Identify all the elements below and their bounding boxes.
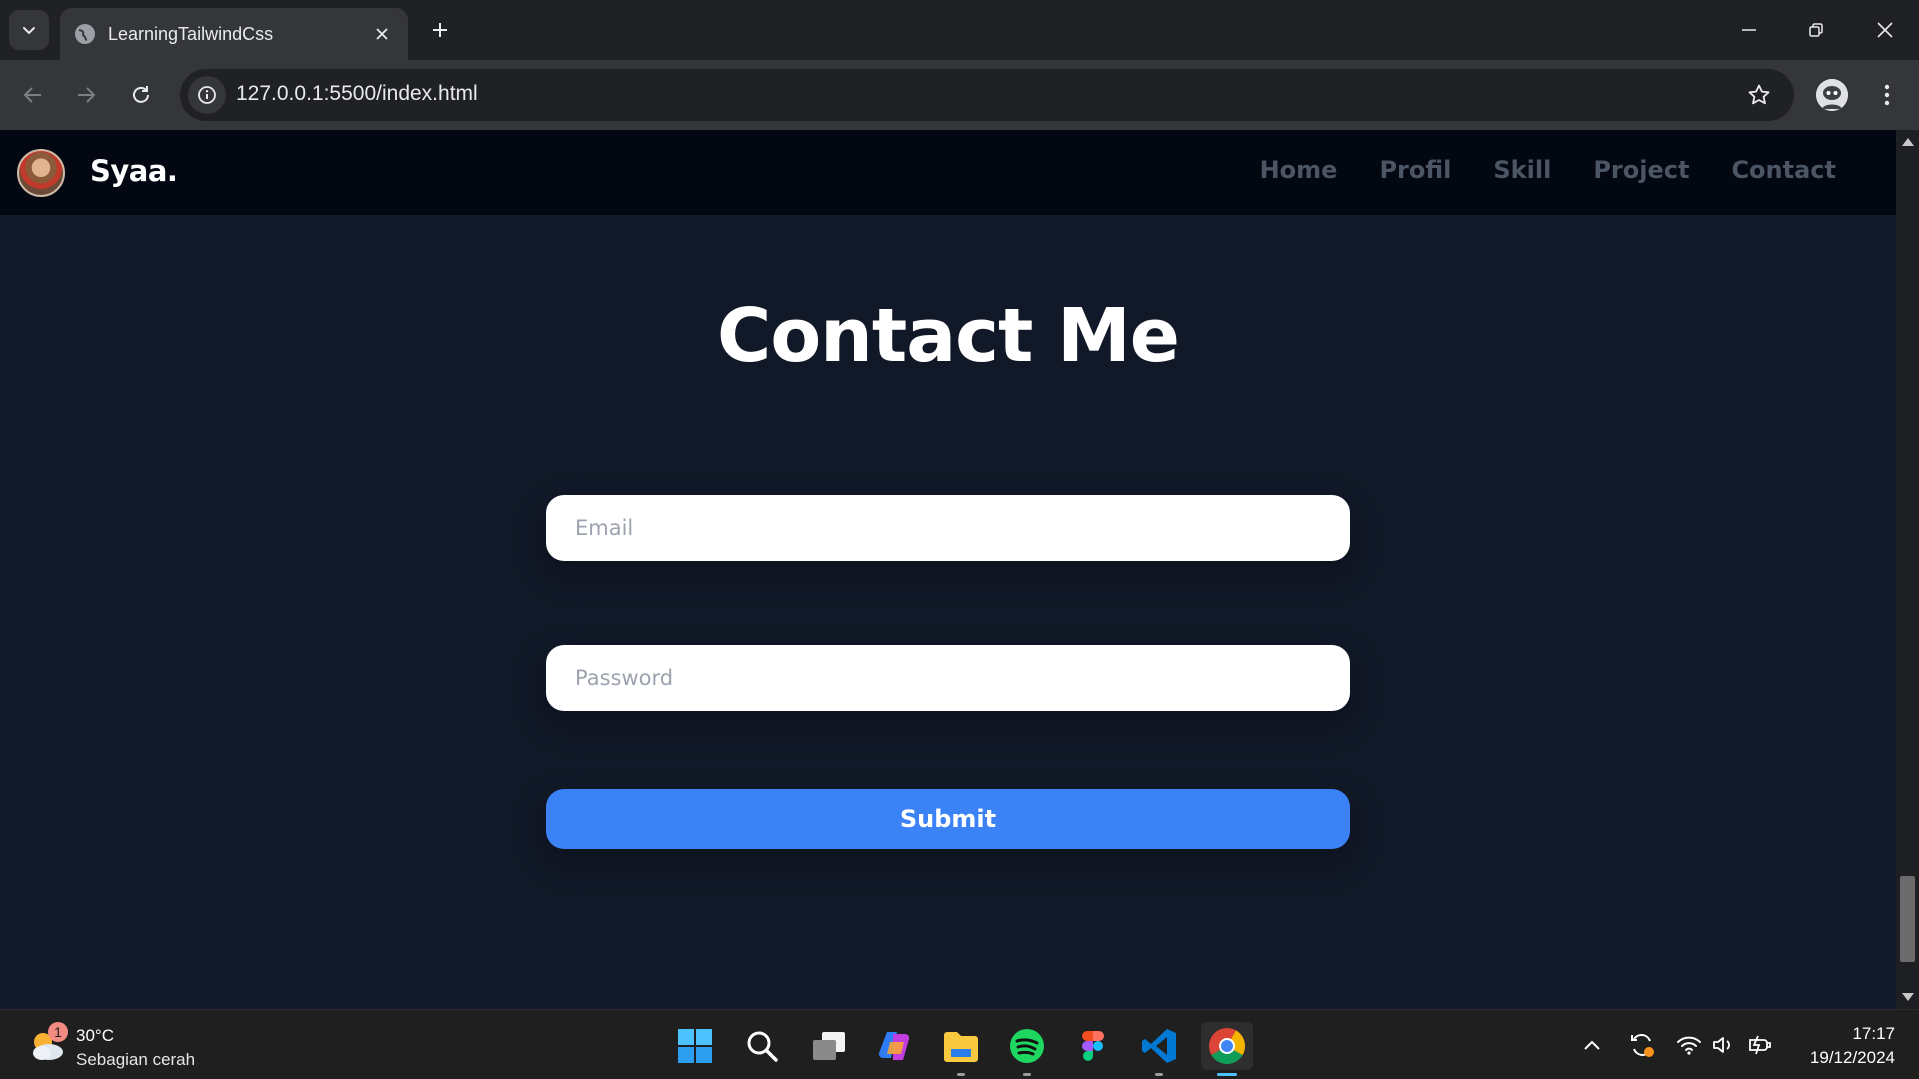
forward-button[interactable] <box>66 75 106 115</box>
address-bar[interactable]: 127.0.0.1:5500/index.html <box>180 69 1794 121</box>
arrow-right-icon <box>78 87 96 103</box>
scrollbar-thumb[interactable] <box>1900 876 1915 962</box>
more-vertical-icon <box>1884 84 1890 106</box>
weather-condition: Sebagian cerah <box>76 1050 196 1069</box>
nav-link-skill[interactable]: Skill <box>1493 156 1551 184</box>
sync-icon <box>1631 1034 1654 1057</box>
running-indicator <box>1023 1073 1031 1076</box>
running-indicator <box>1155 1073 1163 1076</box>
plus-icon <box>433 23 447 37</box>
weather-widget[interactable]: 1 30°C Sebagian cerah <box>28 1022 248 1070</box>
email-field[interactable] <box>546 495 1350 561</box>
star-icon <box>1748 84 1770 105</box>
arrow-left-icon <box>23 87 41 103</box>
start-button[interactable] <box>671 1022 719 1070</box>
volume-button[interactable] <box>1708 1030 1738 1060</box>
volume-icon <box>1713 1037 1730 1053</box>
copilot-button[interactable] <box>871 1022 919 1070</box>
file-explorer-button[interactable] <box>937 1022 985 1076</box>
scroll-up-arrow-icon[interactable] <box>1902 138 1914 146</box>
tab-search-button[interactable] <box>9 10 49 50</box>
weather-badge: 1 <box>48 1022 68 1042</box>
start-icon <box>678 1029 712 1063</box>
chrome-icon <box>1209 1028 1245 1064</box>
spotify-button[interactable] <box>1003 1022 1051 1076</box>
page-viewport: Syaa. Home Profil Skill Project Contact … <box>0 130 1896 1009</box>
show-hidden-icons-button[interactable] <box>1577 1030 1607 1060</box>
file-explorer-icon <box>944 1032 978 1062</box>
bookmark-button[interactable] <box>1744 80 1774 110</box>
info-icon <box>198 86 216 104</box>
close-window-button[interactable] <box>1865 10 1905 50</box>
nav-link-project[interactable]: Project <box>1593 156 1689 184</box>
url-host: 127.0.0.1 <box>236 82 324 105</box>
new-tab-button[interactable] <box>424 14 456 46</box>
reload-icon <box>133 86 149 103</box>
system-clock[interactable]: 17:17 19/12/2024 <box>1810 1022 1895 1070</box>
browser-toolbar: 127.0.0.1:5500/index.html <box>0 60 1919 130</box>
globe-icon <box>75 24 95 44</box>
browser-tab-strip: LearningTailwindCss <box>0 0 1919 60</box>
active-indicator <box>1217 1073 1237 1076</box>
battery-button[interactable] <box>1745 1030 1775 1060</box>
site-info-button[interactable] <box>188 76 226 114</box>
reload-button[interactable] <box>121 75 161 115</box>
task-view-icon <box>813 1032 845 1060</box>
clock-time: 17:17 <box>1852 1024 1895 1043</box>
wifi-icon <box>1677 1036 1701 1055</box>
profile-avatar[interactable] <box>1816 79 1848 111</box>
password-field[interactable] <box>546 645 1350 711</box>
avatar[interactable] <box>17 149 65 197</box>
vscode-button[interactable] <box>1135 1022 1183 1076</box>
figma-icon <box>1082 1031 1104 1061</box>
tab-title: LearningTailwindCss <box>108 23 274 44</box>
clock-date: 19/12/2024 <box>1809 1048 1895 1067</box>
minimize-button[interactable] <box>1729 10 1769 50</box>
minimize-icon <box>1742 29 1756 31</box>
battery-charging-icon <box>1749 1035 1771 1055</box>
site-navbar: Syaa. Home Profil Skill Project Contact <box>0 130 1896 215</box>
figma-button[interactable] <box>1069 1022 1117 1070</box>
search-icon <box>747 1031 778 1062</box>
page-scrollbar[interactable] <box>1896 130 1919 1009</box>
wifi-button[interactable] <box>1674 1030 1704 1060</box>
copilot-icon <box>878 1032 910 1060</box>
spotify-icon <box>1010 1029 1044 1063</box>
nav-links: Home Profil Skill Project Contact <box>1218 156 1836 184</box>
sync-tray-icon-button[interactable] <box>1627 1030 1657 1060</box>
chevron-up-icon <box>1584 1040 1600 1050</box>
nav-link-contact[interactable]: Contact <box>1731 156 1836 184</box>
nav-link-profil[interactable]: Profil <box>1379 156 1451 184</box>
back-button[interactable] <box>13 75 53 115</box>
restore-button[interactable] <box>1796 10 1836 50</box>
submit-button[interactable]: Submit <box>546 789 1350 849</box>
taskbar-search-button[interactable] <box>738 1022 786 1070</box>
browser-menu-button[interactable] <box>1872 77 1902 113</box>
running-indicator <box>957 1073 965 1076</box>
task-view-button[interactable] <box>805 1022 853 1070</box>
close-icon <box>376 28 388 40</box>
page-title: Contact Me <box>717 293 1180 379</box>
vscode-icon <box>1142 1029 1176 1063</box>
chevron-down-icon <box>23 27 35 35</box>
browser-tab[interactable]: LearningTailwindCss <box>60 8 408 60</box>
nav-link-home[interactable]: Home <box>1260 156 1338 184</box>
chrome-button[interactable] <box>1201 1022 1253 1076</box>
url-text: 127.0.0.1:5500/index.html <box>236 82 478 106</box>
taskbar: 1 30°C Sebagian cerah 17:17 19/12/2024 <box>0 1009 1919 1079</box>
site-brand[interactable]: Syaa. <box>90 154 178 188</box>
scroll-down-arrow-icon[interactable] <box>1902 993 1914 1001</box>
close-icon <box>1877 22 1893 38</box>
url-path: :5500/index.html <box>323 82 478 105</box>
weather-temp: 30°C <box>76 1026 114 1045</box>
restore-icon <box>1809 23 1823 37</box>
tab-close-button[interactable] <box>368 20 396 48</box>
profile-icon <box>1816 79 1848 111</box>
